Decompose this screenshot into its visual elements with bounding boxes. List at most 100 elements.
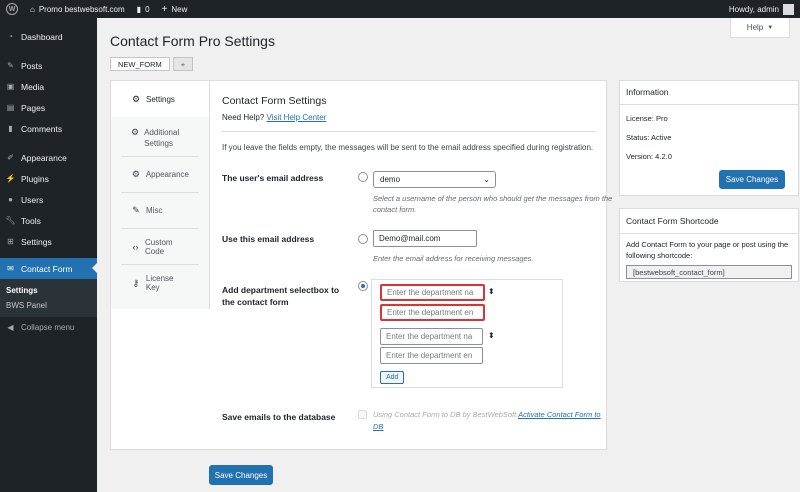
vtab-custom-code[interactable]: ‹› Custom Code [121, 229, 199, 265]
admin-sidebar: ◔ Dashboard ✎ Posts ▣ Media ▤ Pages ▮ Co… [0, 18, 97, 492]
department-label: Add department selectbox to the contact … [222, 285, 340, 307]
user-email-label: The user's email address [222, 173, 324, 183]
wp-logo-menu[interactable]: W [0, 0, 24, 18]
sort-icon[interactable]: ⬍ [488, 287, 495, 296]
save-db-text: Using Contact Form to DB by BestWebSoft … [373, 410, 601, 431]
page-title: Contact Form Pro Settings [110, 33, 275, 49]
license-text: License: Pro [626, 114, 668, 123]
sidebar-item-pages[interactable]: ▤ Pages [0, 97, 97, 118]
wrench-icon: ✎ [132, 205, 140, 215]
mail-icon: ✉ [7, 264, 14, 273]
comments-link[interactable]: ▮ 0 [131, 0, 156, 18]
gear-icon: ⚙ [131, 169, 140, 179]
home-icon: ⌂ [30, 4, 35, 14]
form-tabs: NEW_FORM + [110, 57, 194, 71]
section-title: Contact Form Settings [222, 95, 327, 107]
sidebar-item-tools[interactable]: 🔧︎ Tools [0, 210, 97, 231]
information-title: Information [626, 87, 669, 97]
help-center-link[interactable]: Visit Help Center [266, 113, 326, 122]
plug-icon: ⚡ [5, 174, 16, 183]
sidebar-item-appearance[interactable]: ✐ Appearance [0, 147, 97, 168]
save-changes-button[interactable]: Save Changes [209, 465, 273, 485]
site-name: Promo bestwebsoft.com [38, 4, 125, 14]
sidebar-item-plugins[interactable]: ⚡ Plugins [0, 168, 97, 189]
gear-icon: ⚙ [131, 127, 140, 137]
department-email-input[interactable]: Enter the department en [380, 304, 485, 321]
sidebar-item-media[interactable]: ▣ Media [0, 76, 97, 97]
tab-add-form[interactable]: + [172, 57, 194, 71]
divider [222, 131, 596, 132]
department-name-input-2[interactable]: Enter the department na [380, 328, 483, 345]
use-email-radio[interactable] [358, 234, 368, 244]
comment-icon: ▮ [136, 4, 142, 14]
brush-icon: ✐ [7, 153, 14, 162]
my-account[interactable]: Howdy, admin [729, 0, 794, 18]
sort-icon-2[interactable]: ⬍ [488, 331, 495, 340]
department-email-input-2[interactable]: Enter the department en [380, 347, 483, 364]
new-content-link[interactable]: + New [156, 0, 194, 18]
tab-new-form[interactable]: NEW_FORM [110, 57, 170, 71]
vtab-appearance[interactable]: ⚙ Appearance [121, 157, 199, 193]
sidebar-item-settings[interactable]: ⊞ Settings [0, 231, 97, 252]
shortcode-description: Add Contact Form to your page or post us… [626, 240, 789, 260]
media-icon: ▣ [6, 82, 15, 91]
chevron-down-icon: ⌄ [483, 175, 490, 184]
key-icon: ⚷ [132, 277, 140, 288]
use-email-label: Use this email address [222, 234, 315, 244]
contact-form-submenu: Settings BWS Panel [0, 279, 97, 317]
sidebar-item-dashboard[interactable]: ◔ Dashboard [0, 26, 97, 47]
sidebar-item-contact-form[interactable]: ✉ Contact Form [0, 258, 97, 279]
settings-panel: ⚙ Settings ⚙ Additional Settings ⚙ Appea… [110, 80, 612, 450]
comment-icon: ▮ [8, 124, 13, 133]
shortcode-title: Contact Form Shortcode [620, 209, 798, 234]
vtab-misc[interactable]: ✎ Misc [121, 193, 199, 229]
shortcode-field[interactable]: [bestwebsoft_contact_form] [626, 265, 792, 279]
department-radio[interactable] [358, 281, 368, 291]
vtab-license-key[interactable]: ⚷ License Key [121, 265, 199, 301]
gear-icon: ⚙ [131, 93, 141, 104]
submenu-item-bws-panel[interactable]: BWS Panel [0, 298, 97, 313]
information-box: Information License: Pro Status: Active … [619, 80, 799, 196]
settings-form: Contact Form Settings Need Help? Visit H… [222, 81, 612, 449]
department-list: Enter the department na ⬍ Enter the depa… [371, 279, 563, 388]
chevron-down-icon: ▼ [767, 24, 774, 31]
howdy-text: Howdy, admin [728, 4, 779, 14]
vtab-settings[interactable]: ⚙ Settings [111, 81, 209, 117]
version-text: Version: 4.2.0 [626, 152, 672, 161]
plus-icon: + [161, 3, 168, 15]
add-department-button[interactable]: Add [380, 371, 405, 384]
status-text: Status: Active [626, 133, 672, 142]
shortcode-box: Contact Form Shortcode Add Contact Form … [619, 208, 799, 282]
email-field[interactable]: Demo@mail.com [373, 230, 477, 247]
user-email-radio[interactable] [358, 172, 368, 182]
submenu-item-settings[interactable]: Settings [0, 283, 97, 298]
admin-bar: W ⌂ Promo bestwebsoft.com ▮ 0 + New Howd… [0, 0, 800, 18]
main-content: Help ▼ Contact Form Pro Settings NEW_FOR… [97, 18, 800, 492]
email-description: Enter the email address for receiving me… [373, 254, 534, 263]
notice-text: If you leave the fields empty, the messa… [222, 143, 594, 152]
page-icon: ▤ [6, 103, 15, 112]
comments-count: 0 [145, 4, 150, 14]
info-save-changes-button[interactable]: Save Changes [719, 170, 785, 189]
user-select[interactable]: demo ⌄ [373, 171, 496, 188]
settings-vertical-tabs: ⚙ Settings ⚙ Additional Settings ⚙ Appea… [111, 81, 210, 309]
user-icon: ● [8, 195, 13, 204]
code-icon: ‹› [132, 241, 139, 252]
vtab-additional-settings[interactable]: ⚙ Additional Settings [121, 117, 199, 157]
pin-icon: ✎ [7, 61, 14, 70]
wordpress-icon: W [6, 3, 18, 15]
collapse-menu-button[interactable]: ◀ Collapse menu [0, 317, 97, 338]
department-name-input[interactable]: Enter the department na [380, 284, 485, 301]
need-help: Need Help? Visit Help Center [222, 113, 327, 122]
sidebar-item-posts[interactable]: ✎ Posts [0, 55, 97, 76]
wrench-icon: 🔧︎ [5, 216, 16, 225]
sliders-icon: ⊞ [7, 237, 14, 246]
sidebar-item-users[interactable]: ● Users [0, 189, 97, 210]
sidebar-item-comments[interactable]: ▮ Comments [0, 118, 97, 139]
site-name-link[interactable]: ⌂ Promo bestwebsoft.com [24, 0, 131, 18]
new-label: New [171, 4, 188, 14]
save-db-checkbox[interactable] [358, 410, 367, 419]
collapse-icon: ◀ [7, 323, 14, 332]
avatar [783, 3, 794, 15]
help-tab-button[interactable]: Help ▼ [730, 18, 790, 38]
